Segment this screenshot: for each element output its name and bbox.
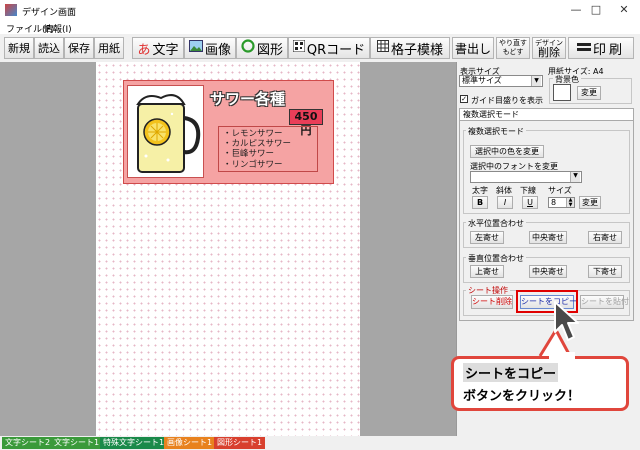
bold-label: 太字	[472, 186, 488, 195]
multi-select-title: 複数選択モード	[466, 126, 526, 137]
export-button[interactable]: 書出し	[452, 37, 494, 59]
spin-arrows-icon[interactable]: ▲ ▼	[566, 198, 574, 207]
size-value: 8	[551, 198, 557, 207]
sheet-tab[interactable]: 特殊文字シート1	[100, 437, 168, 449]
print-button-label: 印刷	[592, 42, 625, 58]
new-button[interactable]: 新規	[4, 37, 34, 59]
guide-label: ガイド目盛りを表示	[471, 96, 543, 105]
grid-button-label: 格子模様	[390, 42, 443, 58]
text-button-label: 文字	[152, 42, 179, 58]
display-size-select[interactable]: 標準サイズ ▼	[459, 75, 543, 87]
change-color-button[interactable]: 選択中の色を変更	[470, 145, 544, 158]
image-button[interactable]: 画像	[184, 37, 236, 59]
italic-label: 斜体	[496, 186, 512, 195]
qr-button[interactable]: QRコード	[288, 37, 370, 59]
card-price[interactable]: 450円	[289, 109, 323, 137]
print-icon	[576, 41, 591, 56]
list-item: ・巨峰サワー	[223, 149, 275, 160]
size-stepper[interactable]: 8 ▲ ▼	[548, 197, 575, 208]
redo-label: やり直す	[499, 39, 527, 47]
callout-line1: シートをコピー	[463, 363, 559, 382]
image-icon	[188, 40, 203, 56]
shape-button-label: 図形	[256, 42, 283, 58]
text-button[interactable]: あ 文字	[132, 37, 184, 59]
sheet-tab[interactable]: 文字シート2	[2, 437, 54, 449]
qr-icon	[292, 39, 306, 56]
shape-button[interactable]: 図形	[236, 37, 288, 59]
card-item-list[interactable]: ・レモンサワー ・カルピスサワー ・巨峰サワー ・リンゴサワー	[218, 126, 318, 172]
paper-button[interactable]: 用紙	[94, 37, 124, 59]
font-select[interactable]: ▼	[470, 171, 582, 183]
save-button[interactable]: 保存	[64, 37, 94, 59]
bg-color-swatch[interactable]	[553, 84, 571, 101]
card-title[interactable]: サワー各種	[210, 88, 285, 109]
align-top-button[interactable]: 上寄せ	[470, 265, 504, 278]
undo-redo-button[interactable]: やり直す もどす	[496, 37, 530, 59]
grid-icon	[376, 40, 389, 56]
open-button[interactable]: 読込	[34, 37, 64, 59]
qr-button-label: QRコード	[306, 42, 366, 58]
callout-notch	[549, 352, 575, 362]
grid-pattern-button[interactable]: 格子模様	[370, 37, 450, 59]
halign-title: 水平位置合わせ	[466, 218, 526, 229]
bold-button[interactable]: B	[472, 196, 488, 209]
sheet-tab[interactable]: 文字シート1	[51, 437, 103, 449]
mouse-cursor-icon	[554, 301, 579, 341]
sheet-tab[interactable]: 画像シート1	[164, 437, 216, 449]
display-size-value: 標準サイズ	[462, 76, 502, 85]
delete-label: 削除	[538, 46, 560, 59]
align-middle-button[interactable]: 中央寄せ	[529, 265, 567, 278]
list-item: ・カルピスサワー	[223, 139, 292, 150]
align-bottom-button[interactable]: 下寄せ	[588, 265, 622, 278]
chevron-down-icon: ▼	[531, 76, 541, 86]
callout-line2: ボタンをクリック！	[463, 389, 581, 404]
title-bar: デザイン画面 — □ ✕	[0, 0, 640, 21]
align-right-button[interactable]: 右寄せ	[588, 231, 622, 244]
chevron-down-icon: ▼	[570, 172, 580, 182]
underline-label: 下線	[520, 186, 536, 195]
align-left-button[interactable]: 左寄せ	[470, 231, 504, 244]
list-item: ・リンゴサワー	[223, 159, 283, 170]
size-label: サイズ	[548, 186, 572, 195]
list-item: ・レモンサワー	[223, 129, 283, 139]
print-button[interactable]: 印刷	[568, 37, 634, 59]
sheet-tab-bar: 文字シート2 文字シート1 特殊文字シート1 画像シート1 図形シート1	[0, 436, 640, 450]
lemon-sour-glass-icon[interactable]	[127, 85, 204, 178]
app-icon	[5, 4, 17, 16]
tab-multi-select[interactable]: 複数選択モード	[459, 108, 634, 121]
design-delete-button[interactable]: デザイン 削除	[532, 37, 566, 59]
window-title: デザイン画面	[22, 8, 77, 18]
underline-button[interactable]: U	[522, 196, 538, 209]
guide-checkbox[interactable]: ✓	[460, 95, 468, 103]
toolbar: 新規 読込 保存 用紙 あ 文字 画像 図形 QRコード 格子模様 書出し やり…	[0, 34, 640, 63]
sheet-tab[interactable]: 図形シート1	[214, 437, 266, 449]
align-center-button[interactable]: 中央寄せ	[529, 231, 567, 244]
italic-button[interactable]: I	[497, 196, 513, 209]
close-button[interactable]: ✕	[608, 0, 640, 20]
menu-bar: ファイル(F) 情報(I)	[0, 20, 640, 35]
font-change-button[interactable]: 変更	[579, 196, 601, 209]
image-button-label: 画像	[204, 42, 231, 58]
bg-color-change-button[interactable]: 変更	[577, 86, 601, 100]
valign-title: 垂直位置合わせ	[466, 253, 526, 264]
sheet-paste-button[interactable]: シートを貼付	[580, 295, 629, 309]
undo-label: もどす	[502, 48, 524, 56]
text-glyph-icon: あ	[137, 42, 151, 58]
shape-circle-icon	[241, 39, 255, 57]
